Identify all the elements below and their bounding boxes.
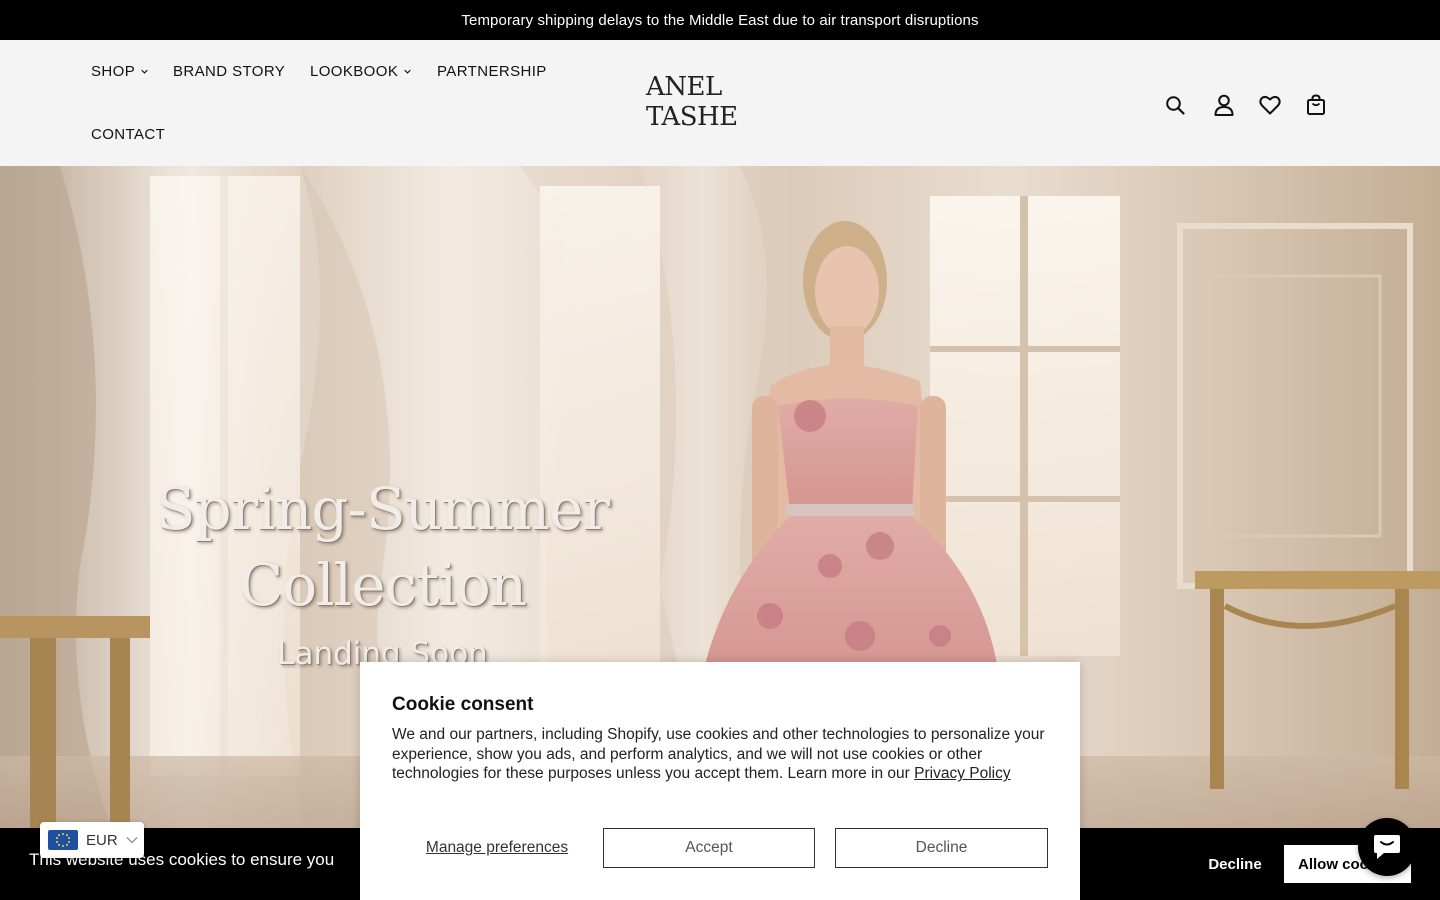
- nav-lookbook[interactable]: LOOKBOOK: [310, 63, 411, 80]
- accept-button[interactable]: Accept: [603, 828, 815, 868]
- nav-partnership-label: PARTNERSHIP: [437, 63, 547, 80]
- decline-button[interactable]: Decline: [835, 828, 1048, 868]
- cart-button[interactable]: [1301, 90, 1331, 120]
- account-icon: [1214, 94, 1234, 116]
- search-icon: [1166, 96, 1185, 115]
- nav-contact-label: CONTACT: [91, 126, 166, 143]
- main-nav: SHOP BRAND STORY LOOKBOOK PARTNERSHIP CO…: [91, 40, 571, 166]
- account-button[interactable]: [1209, 90, 1239, 120]
- nav-contact[interactable]: CONTACT: [91, 126, 165, 143]
- chevron-down-icon: [404, 69, 411, 74]
- eu-flag-icon: [48, 830, 78, 850]
- search-button[interactable]: [1160, 90, 1190, 120]
- manage-preferences-button[interactable]: Manage preferences: [392, 828, 602, 868]
- nav-brand-story-label: BRAND STORY: [173, 63, 286, 80]
- nav-shop-label: SHOP: [91, 63, 136, 80]
- nav-shop[interactable]: SHOP: [91, 63, 148, 80]
- privacy-policy-link[interactable]: Privacy Policy: [914, 765, 1010, 782]
- hero-title-line2: Collection: [238, 551, 527, 619]
- cookie-consent-body: We and our partners, including Shopify, …: [392, 725, 1052, 784]
- header-icons: [1160, 90, 1340, 120]
- wishlist-heart-icon: [1259, 96, 1281, 115]
- brand-logo-text: ANEL TASHE: [646, 72, 738, 132]
- hero-title-line1: Spring-Summer: [155, 475, 610, 543]
- hero-title: Spring-Summer Collection: [120, 471, 645, 623]
- chat-button[interactable]: [1358, 818, 1416, 876]
- cookie-consent-title: Cookie consent: [392, 694, 534, 715]
- announcement-text: Temporary shipping delays to the Middle …: [461, 11, 979, 29]
- currency-selector[interactable]: EUR: [40, 822, 144, 858]
- nav-partnership[interactable]: PARTNERSHIP: [437, 63, 547, 80]
- currency-code: EUR: [86, 831, 118, 849]
- brand-logo[interactable]: ANEL TASHE: [646, 72, 794, 132]
- cookie-consent-dialog: Cookie consent We and our partners, incl…: [360, 662, 1080, 900]
- chevron-down-icon: [126, 836, 138, 844]
- cookie-bar-decline-button[interactable]: Decline: [1190, 845, 1280, 883]
- announcement-bar: Temporary shipping delays to the Middle …: [0, 0, 1440, 40]
- nav-brand-story[interactable]: BRAND STORY: [173, 63, 285, 80]
- wishlist-button[interactable]: [1255, 90, 1285, 120]
- chat-icon: [1374, 835, 1400, 859]
- site-header: SHOP BRAND STORY LOOKBOOK PARTNERSHIP CO…: [0, 40, 1440, 166]
- nav-lookbook-label: LOOKBOOK: [310, 63, 399, 80]
- chevron-down-icon: [141, 69, 148, 74]
- cart-bag-icon: [1307, 94, 1325, 115]
